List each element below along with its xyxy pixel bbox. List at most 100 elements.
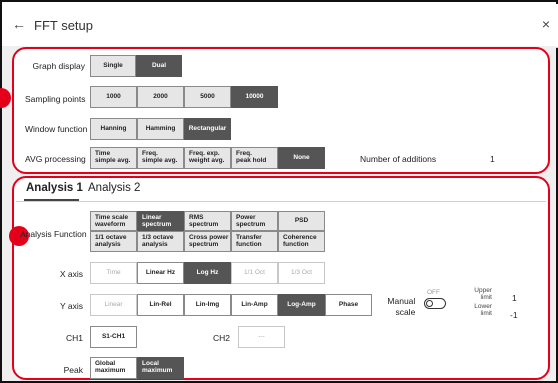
ch1-select-button[interactable]: S1-CH1 xyxy=(90,326,137,348)
peak-label: Peak xyxy=(63,365,83,375)
graph-display-dual-button[interactable]: Dual xyxy=(136,55,182,77)
y-axis-linear-button[interactable]: Linear xyxy=(90,294,137,316)
manual-scale-state: OFF xyxy=(427,289,440,296)
number-of-additions-value[interactable]: 1 xyxy=(490,154,495,164)
tab-analysis-1[interactable]: Analysis 1 xyxy=(26,182,83,194)
avg-none-button[interactable]: None xyxy=(278,147,325,169)
af-coherence-function-line2: function xyxy=(283,241,309,249)
af-transfer-function-button[interactable]: Transfer function xyxy=(231,231,278,252)
af-power-spectrum-line1: Power xyxy=(236,214,256,221)
x-axis-linear-hz-button[interactable]: Linear Hz xyxy=(137,262,184,284)
lower-limit-label-line2: limit xyxy=(480,310,492,318)
sampling-points-2000-button[interactable]: 2000 xyxy=(137,86,184,108)
x-axis-time-button[interactable]: Time xyxy=(90,262,137,284)
af-coherence-function-line1: Coherence xyxy=(283,234,317,241)
af-rms-spectrum-line1: RMS xyxy=(189,214,204,221)
ch2-label: CH2 xyxy=(212,333,230,343)
y-axis-log-amp-button[interactable]: Log-Amp xyxy=(278,294,325,316)
ch2-select-button[interactable]: --- xyxy=(238,326,285,348)
avg-freq-exp-line1: Freq. exp. xyxy=(189,150,220,157)
manual-scale-toggle[interactable] xyxy=(424,298,446,309)
af-power-spectrum-text: Power spectrum xyxy=(236,214,265,228)
af-octave-1-1-line1: 1/1 octave xyxy=(95,234,127,241)
y-axis-lin-amp-button[interactable]: Lin-Amp xyxy=(231,294,278,316)
upper-limit-value[interactable]: 1 xyxy=(512,293,517,303)
avg-freq-simple-line1: Freq. xyxy=(142,150,158,157)
af-cross-power-line2: spectrum xyxy=(189,241,219,249)
af-octave-1-1-button[interactable]: 1/1 octave analysis xyxy=(90,231,137,252)
af-octave-1-3-text: 1/3 octave analysis xyxy=(142,234,173,248)
peak-global-text: Global maximum xyxy=(95,360,125,374)
back-arrow-icon[interactable]: ← xyxy=(12,16,26,32)
af-power-spectrum-button[interactable]: Power spectrum xyxy=(231,211,278,231)
af-octave-1-3-line2: analysis xyxy=(142,241,168,249)
x-axis-1-3-oct-button[interactable]: 1/3 Oct xyxy=(278,262,325,284)
y-axis-lin-rel-button[interactable]: Lin-Rel xyxy=(137,294,184,316)
af-cross-power-spectrum-button[interactable]: Cross power spectrum xyxy=(184,231,231,252)
peak-local-line2: maximum xyxy=(142,367,173,375)
graph-display-label: Graph display xyxy=(32,61,85,71)
af-linear-spectrum-line1: Linear xyxy=(142,214,162,221)
af-transfer-function-text: Transfer function xyxy=(236,234,262,248)
af-time-scale-waveform-button[interactable]: Time scale waveform xyxy=(90,211,137,231)
peak-global-maximum-button[interactable]: Global maximum xyxy=(90,357,137,379)
manual-scale-label: Manual scale xyxy=(386,296,415,317)
af-transfer-function-line1: Transfer xyxy=(236,234,262,241)
manual-scale-toggle-knob xyxy=(426,300,433,307)
window-rectangular-button[interactable]: Rectangular xyxy=(184,118,231,140)
avg-time-simple-button[interactable]: Time simple avg. xyxy=(90,147,137,169)
af-coherence-function-button[interactable]: Coherence function xyxy=(278,231,325,252)
sampling-points-1000-button[interactable]: 1000 xyxy=(90,86,137,108)
x-axis-log-hz-button[interactable]: Log Hz xyxy=(184,262,231,284)
ch1-label: CH1 xyxy=(65,333,83,343)
avg-freq-exp-line2: weight avg. xyxy=(189,157,225,165)
af-time-scale-text: Time scale waveform xyxy=(95,214,128,228)
manual-scale-label-line1: Manual xyxy=(387,296,416,306)
x-axis-label: X axis xyxy=(59,269,83,279)
af-octave-1-1-text: 1/1 octave analysis xyxy=(95,234,126,248)
y-axis-label: Y axis xyxy=(60,301,83,311)
lower-limit-label: Lower limit xyxy=(462,303,492,317)
af-psd-button[interactable]: PSD xyxy=(278,211,325,231)
avg-time-simple-line2: simple avg. xyxy=(95,157,131,165)
avg-freq-peak-hold-button[interactable]: Freq. peak hold xyxy=(231,147,278,169)
close-icon[interactable]: × xyxy=(542,16,550,32)
avg-peak-hold-text: Freq. peak hold xyxy=(236,150,266,164)
peak-local-maximum-button[interactable]: Local maximum xyxy=(137,357,184,379)
y-axis-lin-img-button[interactable]: Lin-Img xyxy=(184,294,231,316)
number-of-additions-label: Number of additions xyxy=(360,154,437,164)
page-title: FFT setup xyxy=(34,18,94,33)
sampling-points-10000-button[interactable]: 10000 xyxy=(231,86,278,108)
graph-display-single-button[interactable]: Single xyxy=(90,55,136,77)
af-linear-spectrum-line2: spectrum xyxy=(142,221,172,229)
lower-limit-value[interactable]: -1 xyxy=(510,310,518,320)
sampling-points-5000-button[interactable]: 5000 xyxy=(184,86,231,108)
peak-local-line1: Local xyxy=(142,360,159,367)
avg-peak-hold-line1: Freq. xyxy=(236,150,252,157)
af-octave-1-3-button[interactable]: 1/3 octave analysis xyxy=(137,231,184,252)
af-octave-1-1-line2: analysis xyxy=(95,241,121,249)
af-power-spectrum-line2: spectrum xyxy=(236,221,266,229)
af-linear-spectrum-button[interactable]: Linear spectrum xyxy=(137,211,184,231)
y-axis-phase-button[interactable]: Phase xyxy=(325,294,372,316)
x-axis-1-1-oct-button[interactable]: 1/1 Oct xyxy=(231,262,278,284)
tab-analysis-2[interactable]: Analysis 2 xyxy=(88,182,140,194)
af-rms-spectrum-text: RMS spectrum xyxy=(189,214,218,228)
avg-freq-simple-button[interactable]: Freq. simple avg. xyxy=(137,147,184,169)
tab-divider xyxy=(16,201,546,202)
avg-time-simple-text: Time simple avg. xyxy=(95,150,130,164)
af-octave-1-3-line1: 1/3 octave xyxy=(142,234,174,241)
avg-freq-exp-weight-button[interactable]: Freq. exp. weight avg. xyxy=(184,147,231,169)
window-hamming-button[interactable]: Hamming xyxy=(137,118,184,140)
analysis-function-label: Analysis Function xyxy=(20,229,87,239)
window-hanning-button[interactable]: Hanning xyxy=(90,118,137,140)
manual-scale-label-line2: scale xyxy=(395,306,416,317)
af-cross-power-line1: Cross power xyxy=(189,234,229,241)
title-bar: ← FFT setup × xyxy=(4,4,558,48)
af-time-scale-line2: waveform xyxy=(95,221,126,229)
af-transfer-function-line2: function xyxy=(236,241,262,249)
af-rms-spectrum-button[interactable]: RMS spectrum xyxy=(184,211,231,231)
avg-processing-label: AVG processing xyxy=(25,154,86,164)
af-coherence-function-text: Coherence function xyxy=(283,234,317,248)
window-function-label: Window function xyxy=(25,124,88,134)
